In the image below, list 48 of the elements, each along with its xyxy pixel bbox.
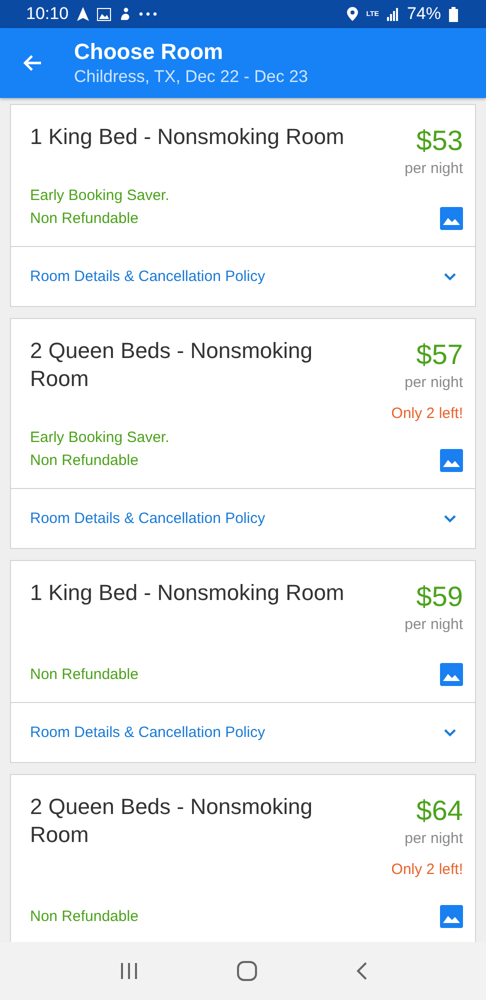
figure-icon — [118, 7, 131, 21]
image-icon — [96, 8, 111, 20]
room-price: $57 — [416, 338, 463, 372]
room-name: 1 King Bed - Nonsmoking Room — [30, 123, 346, 151]
photo-icon[interactable] — [440, 207, 463, 230]
room-card[interactable]: 2 Queen Beds - Nonsmoking Room Non Refundable $64 per night Only 2 left! — [10, 774, 476, 942]
details-link[interactable]: Room Details & Cancellation Policy — [30, 724, 266, 741]
availability-note: Only 2 left! — [391, 860, 463, 880]
battery-icon — [449, 6, 458, 22]
rate-note: Non Refundable — [30, 209, 138, 229]
room-price: $59 — [416, 580, 463, 614]
recent-apps-icon[interactable] — [120, 963, 138, 979]
more-icon — [138, 12, 157, 16]
signal-icon — [386, 8, 399, 20]
photo-icon[interactable] — [440, 449, 463, 472]
rate-note: Non Refundable — [30, 665, 138, 685]
home-icon[interactable] — [236, 961, 256, 981]
navigation-icon — [76, 7, 89, 21]
battery-level: 74% — [406, 4, 441, 24]
room-card[interactable]: 2 Queen Beds - Nonsmoking Room Early Booking Saver. Non Refundable $57 per night Only 2 left! Room Details & Cancellation Policy — [10, 318, 476, 549]
back-icon[interactable] — [356, 962, 366, 980]
rate-note: Early Booking Saver. — [30, 186, 170, 206]
page-title: Choose Room — [74, 38, 224, 66]
rate-note: Early Booking Saver. — [30, 428, 170, 448]
details-link[interactable]: Room Details & Cancellation Policy — [30, 268, 266, 285]
rate-note: Non Refundable — [30, 907, 138, 927]
details-link[interactable]: Room Details & Cancellation Policy — [30, 510, 266, 527]
clock: 10:10 — [26, 4, 69, 24]
availability-note: Only 2 left! — [391, 404, 463, 424]
room-price: $53 — [416, 124, 463, 158]
page-subtitle: Childress, TX, Dec 22 - Dec 23 — [74, 66, 308, 88]
chevron-down-icon[interactable] — [443, 514, 457, 523]
price-unit: per night — [404, 373, 463, 393]
price-unit: per night — [404, 159, 463, 179]
photo-icon[interactable] — [440, 663, 463, 686]
chevron-down-icon[interactable] — [443, 728, 457, 737]
price-unit: per night — [404, 829, 463, 849]
location-icon — [347, 7, 358, 21]
room-price: $64 — [416, 794, 463, 828]
rate-note: Non Refundable — [30, 451, 138, 471]
room-name: 1 King Bed - Nonsmoking Room — [30, 579, 346, 607]
price-unit: per night — [404, 615, 463, 635]
room-name: 2 Queen Beds - Nonsmoking Room — [30, 337, 314, 393]
room-card[interactable]: 1 King Bed - Nonsmoking Room Early Booking Saver. Non Refundable $53 per night Room Details & Cancellation Policy — [10, 104, 476, 307]
room-name: 2 Queen Beds - Nonsmoking Room — [30, 793, 314, 849]
room-card[interactable]: 1 King Bed - Nonsmoking Room Non Refundable $59 per night Room Details & Cancellation Policy — [10, 560, 476, 763]
photo-icon[interactable] — [440, 905, 463, 928]
chevron-down-icon[interactable] — [443, 272, 457, 281]
